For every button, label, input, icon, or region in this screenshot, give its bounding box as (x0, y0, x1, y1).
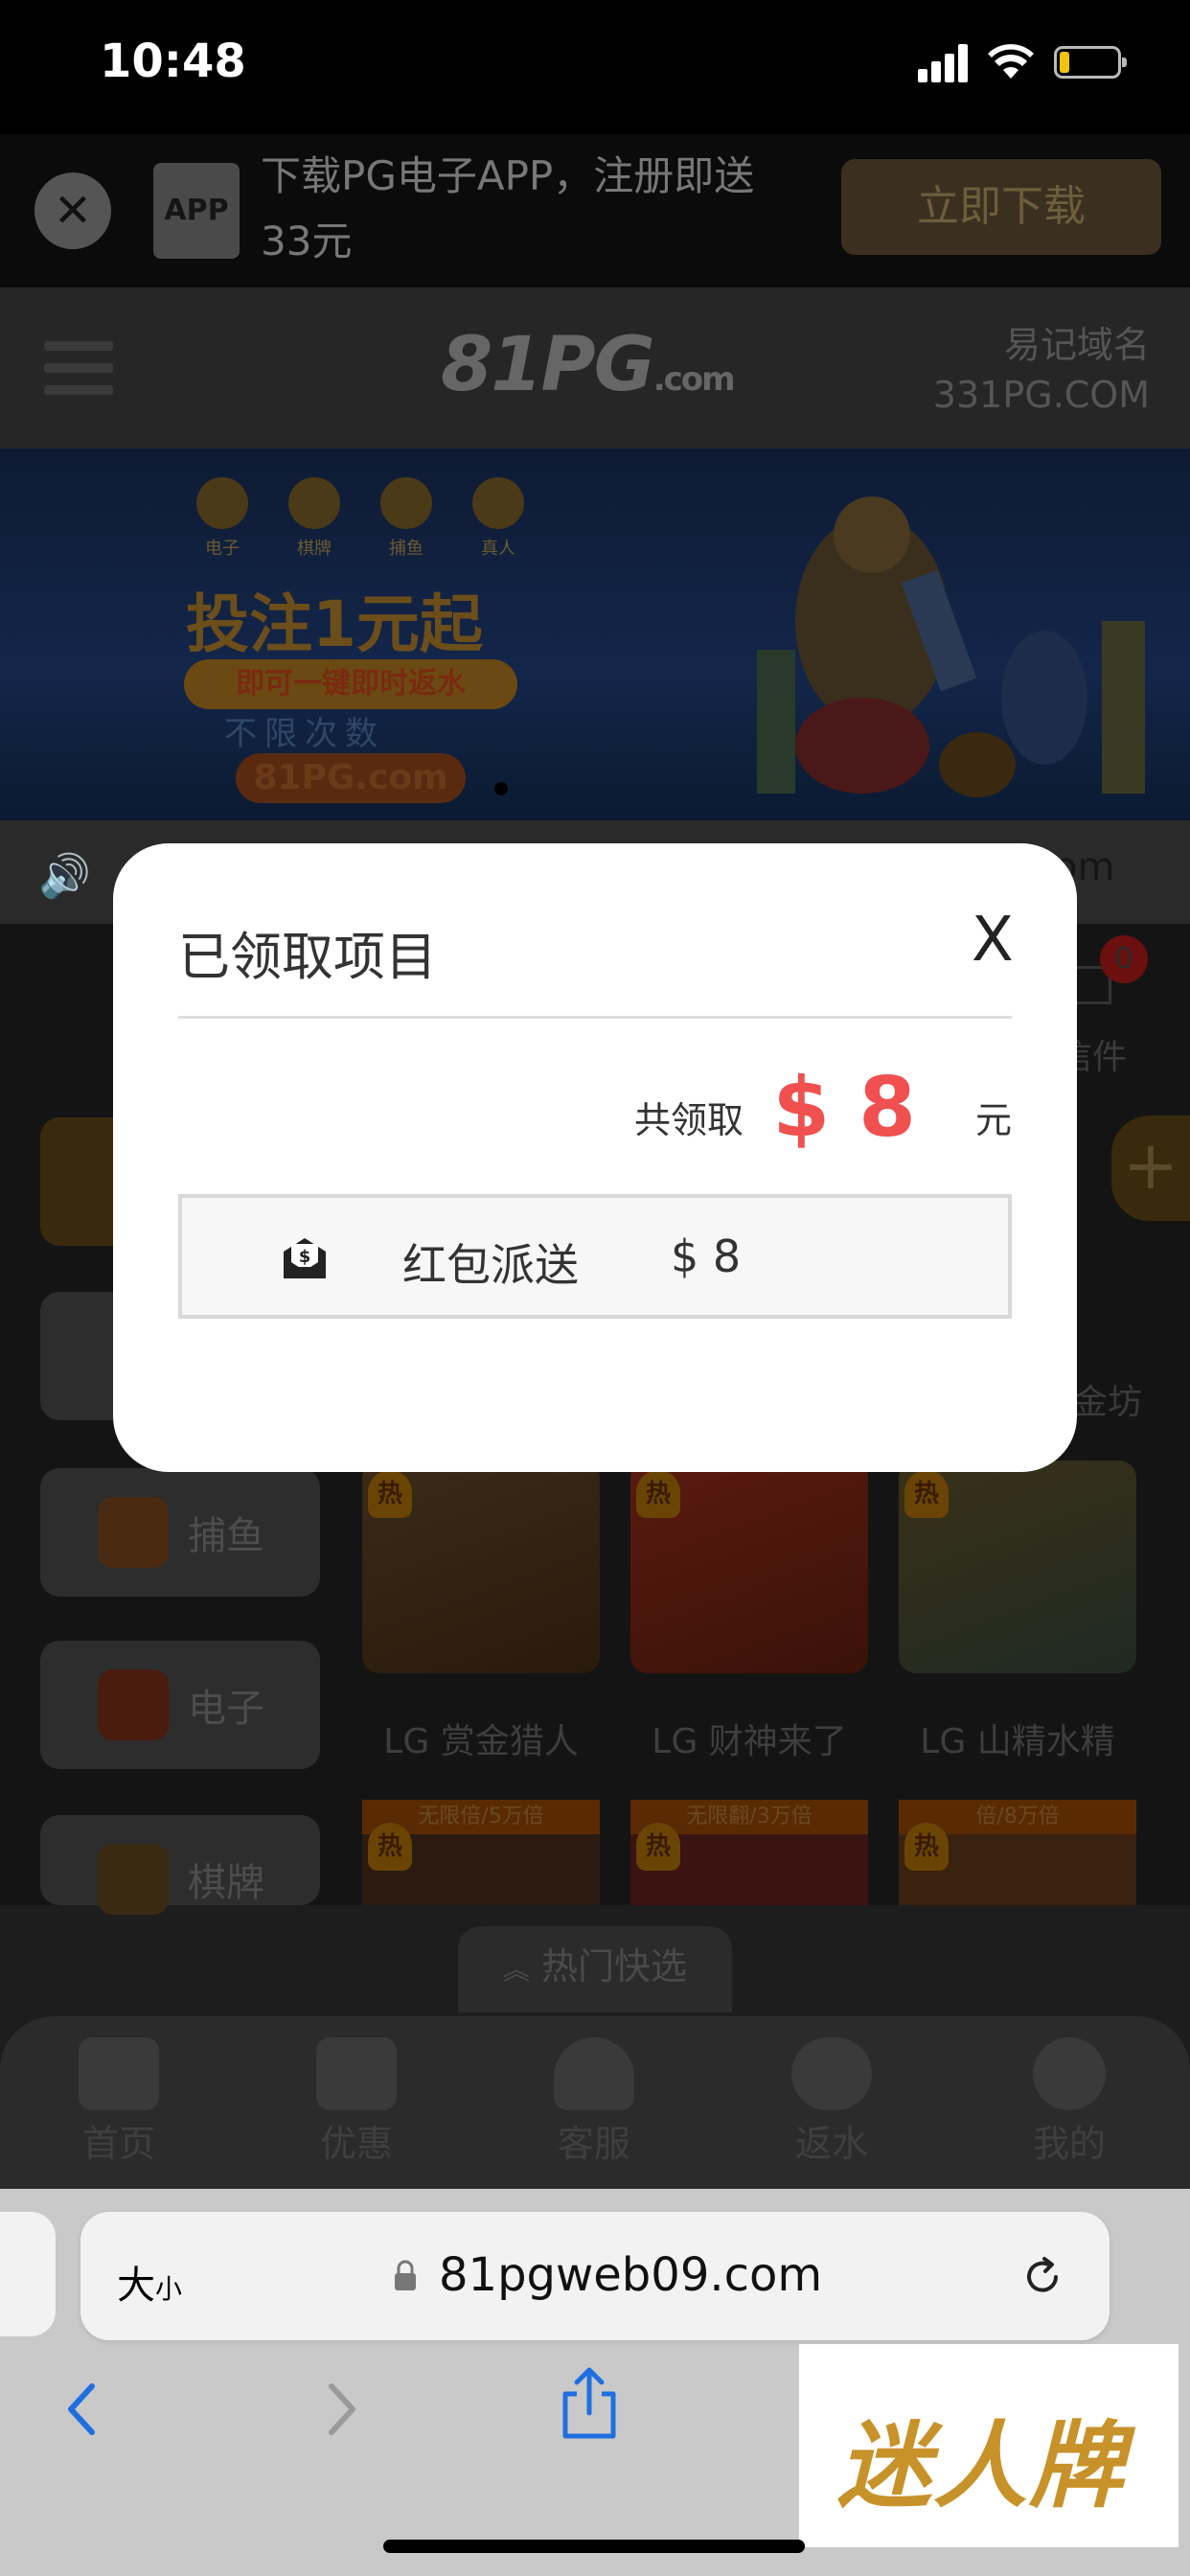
red-envelope-icon: $ (284, 1238, 326, 1278)
total-amount: $ 8 (772, 1060, 916, 1156)
address-bar[interactable]: 大小 81pgweb09.com (80, 2212, 1110, 2340)
record-amount: $ 8 (671, 1230, 742, 1282)
cellular-signal-icon (918, 44, 968, 82)
text-size-button[interactable]: 大小 (117, 2254, 182, 2310)
previous-tab[interactable] (0, 2212, 56, 2336)
watermark-text: 迷人牌 (837, 2412, 1126, 2521)
share-icon[interactable] (556, 2365, 623, 2442)
lock-icon (395, 2260, 416, 2290)
wifi-icon (988, 44, 1034, 79)
claimed-items-dialog: 已领取项目 X 共领取 $ 8 元 $ 红包派送 $ 8 (113, 843, 1077, 1472)
close-dialog-button[interactable]: X (972, 905, 1014, 976)
url-text: 81pgweb09.com (439, 2248, 823, 2302)
total-label: 共领取 (633, 1099, 744, 1141)
total-unit: 元 (974, 1099, 1012, 1141)
claimed-record-row: $ 红包派送 $ 8 (178, 1194, 1012, 1319)
home-indicator[interactable] (383, 2540, 805, 2553)
page: 10:48 ✕ APP 下载PG电子APP，注册即送33元 立即下载 81PG.… (0, 0, 1190, 2576)
text-size-big: 大 (117, 2264, 155, 2308)
svg-text:$: $ (299, 1247, 311, 1267)
battery-icon (1054, 46, 1127, 79)
total-claimed-row: 共领取 $ 8 元 (178, 1060, 1012, 1156)
browser-toolbar: 大小 81pgweb09.com 迷人牌 (0, 2189, 1190, 2576)
status-bar: 10:48 (0, 0, 1190, 134)
record-name: 红包派送 (402, 1239, 579, 1291)
status-time: 10:48 (100, 34, 246, 88)
text-size-small: 小 (155, 2273, 183, 2305)
dialog-title: 已领取项目 (178, 927, 437, 987)
back-icon[interactable] (63, 2380, 102, 2438)
forward-icon[interactable] (322, 2380, 360, 2438)
watermark-logo: 迷人牌 (799, 2344, 1179, 2547)
reload-icon[interactable] (1018, 2252, 1067, 2302)
divider (178, 1016, 1012, 1019)
